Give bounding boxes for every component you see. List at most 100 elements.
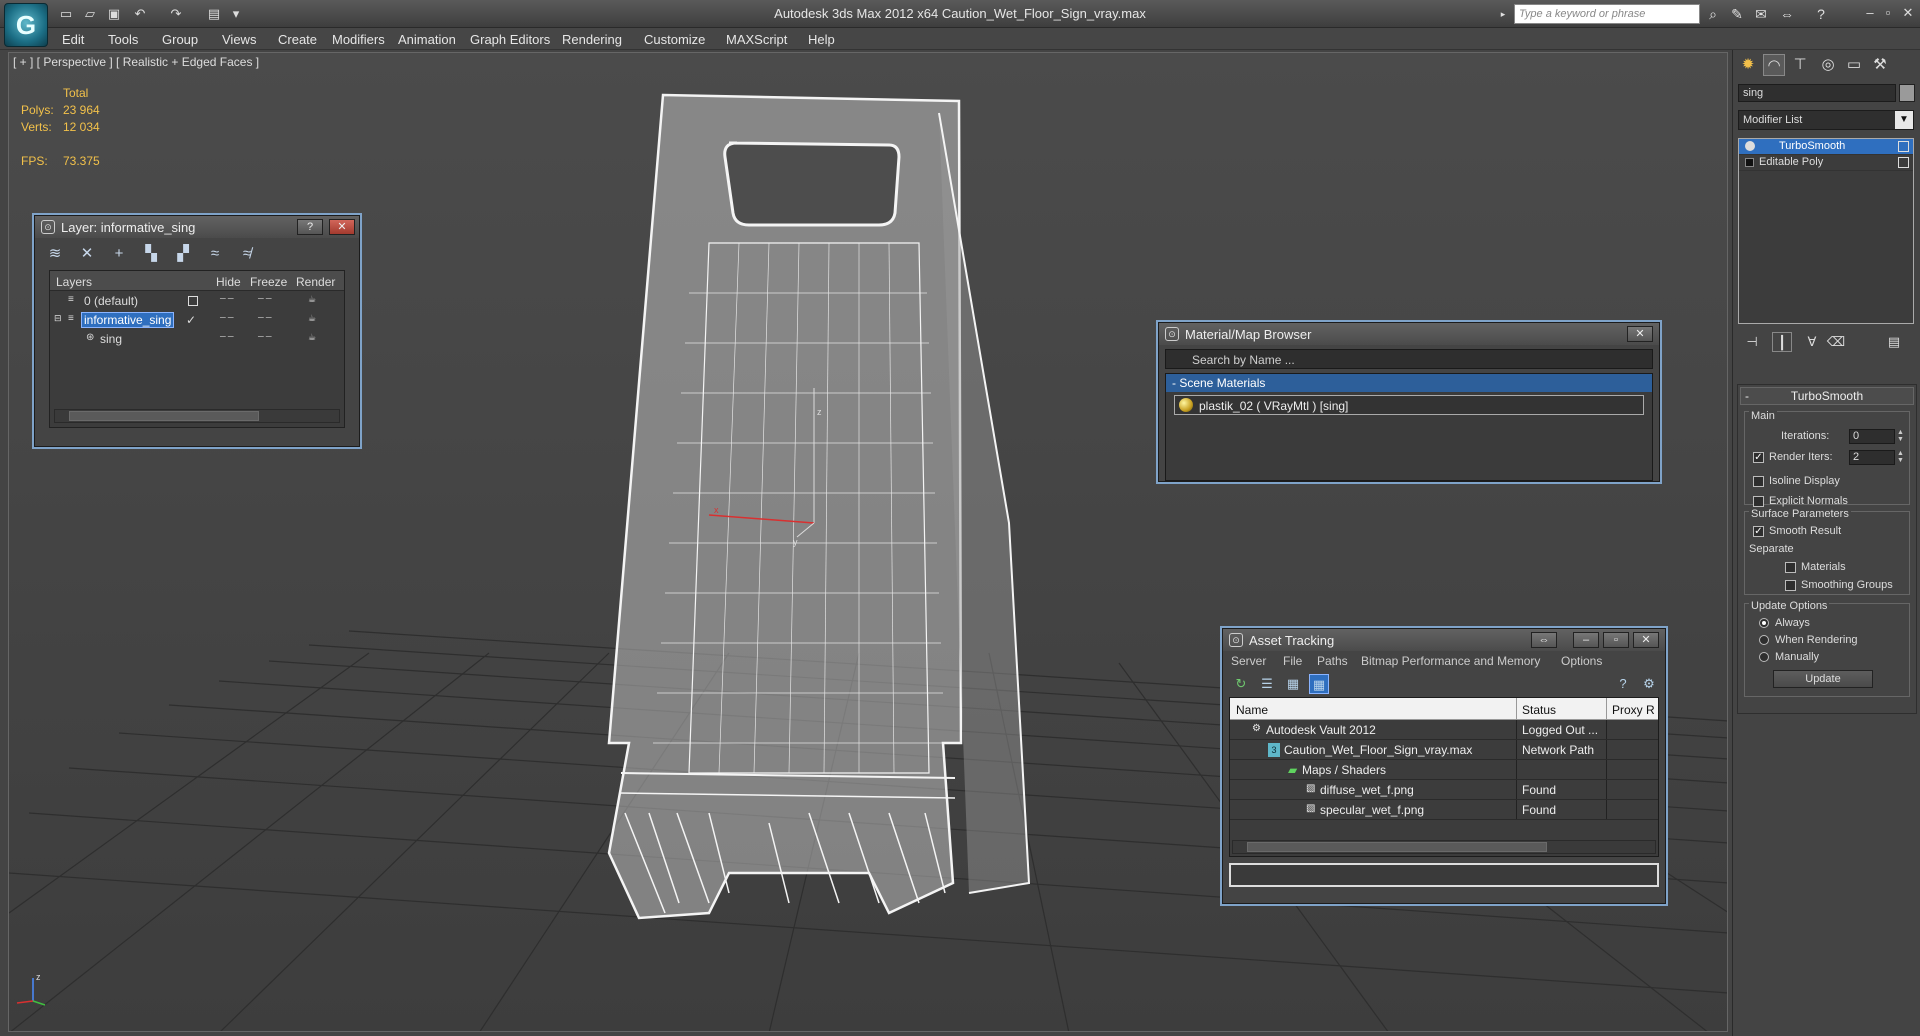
list-view-icon[interactable]: ☰ bbox=[1257, 674, 1277, 694]
remove-modifier-icon[interactable]: ⌫ bbox=[1826, 332, 1846, 352]
lightbulb-icon[interactable] bbox=[1745, 141, 1755, 151]
asset-path-field[interactable] bbox=[1229, 863, 1659, 887]
layer-row[interactable]: ⊟ ≡ informative_sing ✓ ─ ─ ─ ─ ☕ bbox=[50, 310, 344, 329]
scene-materials-group[interactable]: - Scene Materials bbox=[1166, 374, 1652, 392]
delete-layer-icon[interactable]: ✕ bbox=[77, 244, 97, 264]
menu-modifiers[interactable]: Modifiers bbox=[332, 32, 385, 47]
table-view-icon[interactable]: ▦ bbox=[1309, 674, 1329, 694]
help-button[interactable]: ? bbox=[297, 219, 323, 235]
layer-row[interactable]: ⊛ sing ─ ─ ─ ─ ☕ bbox=[50, 329, 344, 348]
make-unique-icon[interactable]: ∀ bbox=[1802, 332, 1822, 352]
menu-create[interactable]: Create bbox=[278, 32, 317, 47]
rollout-header[interactable]: - TurboSmooth bbox=[1740, 387, 1914, 405]
column-layers[interactable]: Layers bbox=[56, 275, 92, 289]
always-radio[interactable] bbox=[1759, 618, 1769, 628]
menu-group[interactable]: Group bbox=[162, 32, 198, 47]
menu-tools[interactable]: Tools bbox=[108, 32, 138, 47]
isoline-display-checkbox[interactable] bbox=[1753, 476, 1764, 487]
horizontal-scrollbar[interactable] bbox=[54, 409, 340, 423]
asset-tracking-titlebar[interactable]: ⊙ Asset Tracking ⇔ – ▫ ✕ bbox=[1223, 629, 1665, 651]
scrollbar-thumb[interactable] bbox=[1247, 842, 1547, 852]
column-name[interactable]: Name bbox=[1236, 703, 1268, 717]
select-in-layer-icon[interactable]: ▚ bbox=[141, 244, 161, 264]
spinner-arrows-icon[interactable]: ▲ ▼ bbox=[1897, 450, 1905, 465]
menu-help[interactable]: Help bbox=[808, 32, 835, 47]
thumbnail-view-icon[interactable]: ▦ bbox=[1283, 674, 1303, 694]
column-proxy[interactable]: Proxy R bbox=[1612, 703, 1655, 717]
menu-options[interactable]: Options bbox=[1561, 654, 1602, 668]
hierarchy-tab-icon[interactable]: ⊤ bbox=[1789, 54, 1811, 76]
layer-name[interactable]: informative_sing bbox=[80, 312, 175, 328]
spinner-arrows-icon[interactable]: ▲ ▼ bbox=[1897, 429, 1905, 444]
pin-stack-icon[interactable]: ⊣ bbox=[1742, 332, 1762, 352]
subscription-icon[interactable]: ✎ bbox=[1728, 5, 1746, 23]
show-end-result-icon[interactable]: ┃ bbox=[1772, 332, 1792, 352]
add-to-layer-icon[interactable]: + bbox=[109, 244, 129, 264]
menu-server[interactable]: Server bbox=[1231, 654, 1266, 668]
table-row[interactable]: 3 Caution_Wet_Floor_Sign_vray.max Networ… bbox=[1230, 740, 1658, 760]
freeze-toggle[interactable]: ─ ─ bbox=[258, 332, 272, 341]
favorites-icon[interactable]: ⇔ bbox=[1778, 5, 1796, 23]
table-row[interactable]: ▰ Maps / Shaders bbox=[1230, 760, 1658, 780]
collapse-icon[interactable]: ⊟ bbox=[54, 313, 62, 324]
layer-row[interactable]: ≡ 0 (default) ─ ─ ─ ─ ☕ bbox=[50, 291, 344, 310]
menu-paths[interactable]: Paths bbox=[1317, 654, 1348, 668]
highlight-selected-icon[interactable]: ▞ bbox=[173, 244, 193, 264]
layer-name[interactable]: 0 (default) bbox=[84, 294, 138, 308]
column-render[interactable]: Render bbox=[296, 275, 335, 289]
column-status[interactable]: Status bbox=[1522, 703, 1556, 717]
render-teapot-icon[interactable]: ☕ bbox=[308, 332, 316, 343]
create-layer-icon[interactable]: ≋ bbox=[45, 244, 65, 264]
render-teapot-icon[interactable]: ☕ bbox=[308, 294, 316, 305]
current-layer-checkmark-icon[interactable]: ✓ bbox=[186, 313, 196, 327]
hide-toggle[interactable]: ─ ─ bbox=[220, 332, 234, 341]
application-menu-logo-icon[interactable]: G bbox=[4, 3, 48, 47]
viewport-label[interactable]: [ + ] [ Perspective ] [ Realistic + Edge… bbox=[13, 55, 259, 69]
material-search-input[interactable]: Search by Name ... bbox=[1165, 349, 1653, 369]
settings-icon[interactable]: ⚙ bbox=[1639, 674, 1659, 694]
freeze-toggle[interactable]: ─ ─ bbox=[258, 294, 272, 303]
maximize-button[interactable]: ▫ bbox=[1603, 632, 1629, 648]
iterations-spinner[interactable]: 0 bbox=[1849, 429, 1895, 444]
menu-maxscript[interactable]: MAXScript bbox=[726, 32, 787, 47]
column-hide[interactable]: Hide bbox=[216, 275, 241, 289]
menu-bitmap-performance[interactable]: Bitmap Performance and Memory bbox=[1361, 654, 1540, 668]
utilities-tab-icon[interactable]: ⚒ bbox=[1869, 54, 1891, 76]
separate-materials-checkbox[interactable] bbox=[1785, 562, 1796, 573]
menu-file[interactable]: File bbox=[1283, 654, 1302, 668]
create-tab-icon[interactable]: ✹ bbox=[1737, 54, 1759, 76]
table-row[interactable]: ▧ diffuse_wet_f.png Found bbox=[1230, 780, 1658, 800]
hide-all-layers-icon[interactable]: ≈ bbox=[205, 244, 225, 264]
display-tab-icon[interactable]: ▭ bbox=[1843, 54, 1865, 76]
menu-views[interactable]: Views bbox=[222, 32, 256, 47]
binoculars-search-icon[interactable]: ⌕ bbox=[1704, 5, 1722, 23]
stack-item-turbosmooth[interactable]: TurboSmooth bbox=[1739, 139, 1913, 155]
separate-smoothing-groups-checkbox[interactable] bbox=[1785, 580, 1796, 591]
current-layer-checkbox[interactable] bbox=[188, 296, 198, 306]
close-button[interactable]: ✕ bbox=[1627, 326, 1653, 342]
render-teapot-icon[interactable]: ☕ bbox=[308, 313, 316, 324]
infocenter-search-input[interactable]: Type a keyword or phrase bbox=[1514, 4, 1700, 24]
menu-animation[interactable]: Animation bbox=[398, 32, 456, 47]
hide-toggle[interactable]: ─ ─ bbox=[220, 313, 234, 322]
freeze-toggle[interactable]: ─ ─ bbox=[258, 313, 272, 322]
minimize-window-icon[interactable]: – bbox=[1860, 4, 1880, 22]
explicit-normals-checkbox[interactable] bbox=[1753, 496, 1764, 507]
horizontal-scrollbar[interactable] bbox=[1232, 840, 1656, 854]
minimize-button[interactable]: – bbox=[1573, 632, 1599, 648]
table-row[interactable]: ⚙ Autodesk Vault 2012 Logged Out ... bbox=[1230, 720, 1658, 740]
menu-graph-editors[interactable]: Graph Editors bbox=[470, 32, 550, 47]
hide-toggle[interactable]: ─ ─ bbox=[220, 294, 234, 303]
menu-edit[interactable]: Edit bbox=[62, 32, 84, 47]
help-icon[interactable]: ? bbox=[1812, 5, 1830, 23]
material-browser-titlebar[interactable]: ⊙ Material/Map Browser ✕ bbox=[1159, 323, 1659, 345]
manually-radio[interactable] bbox=[1759, 652, 1769, 662]
help-icon[interactable]: ? bbox=[1613, 674, 1633, 694]
motion-tab-icon[interactable]: ◎ bbox=[1817, 54, 1839, 76]
update-button[interactable]: Update bbox=[1773, 670, 1873, 688]
object-color-swatch[interactable] bbox=[1899, 84, 1915, 102]
when-rendering-radio[interactable] bbox=[1759, 635, 1769, 645]
material-item[interactable]: plastik_02 ( VRayMtl ) [sing] bbox=[1174, 395, 1644, 415]
render-iters-spinner[interactable]: 2 bbox=[1849, 450, 1895, 465]
layer-window-titlebar[interactable]: ⊙ Layer: informative_sing ? ✕ bbox=[35, 216, 359, 238]
